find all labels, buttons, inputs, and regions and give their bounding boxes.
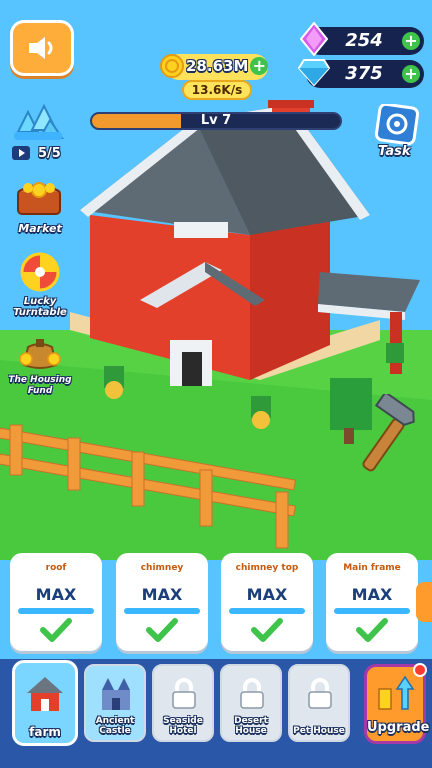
add-purple-gems-button[interactable]: + <box>402 32 420 50</box>
building-tile-pet-house[interactable]: Pet House <box>288 664 350 742</box>
part-progress-bar <box>229 608 305 614</box>
part-card-title: roof <box>45 563 67 573</box>
housing-fund-button[interactable]: The Housing Fund <box>6 335 74 396</box>
part-progress-bar <box>124 608 200 614</box>
treasure-chest-icon <box>17 182 61 215</box>
part-card-title: chimney <box>140 563 184 573</box>
check-icon <box>251 618 283 642</box>
castle-icon <box>102 678 130 710</box>
part-card-status: MAX <box>351 585 393 604</box>
scroll-right-arrow[interactable] <box>416 582 432 622</box>
part-card-roof[interactable]: roof MAX <box>10 553 102 651</box>
task-scroll-icon <box>374 102 420 146</box>
add-coins-button[interactable]: + <box>250 57 269 75</box>
hammer-icon[interactable] <box>354 394 424 478</box>
upgrade-label: Upgrade <box>367 720 430 735</box>
add-blue-gems-button[interactable]: + <box>402 65 420 83</box>
check-icon <box>356 618 388 642</box>
level-label: Lv 7 <box>200 113 232 128</box>
market-label: Market <box>18 222 62 235</box>
money-bag-icon <box>19 339 61 369</box>
building-tile-desert-house[interactable]: Desert House <box>220 664 282 742</box>
notification-badge <box>413 663 427 677</box>
building-tile-seaside-hotel[interactable]: Seaside Hotel <box>152 664 214 742</box>
part-card-status: MAX <box>141 585 183 604</box>
upgrade-button[interactable]: Upgrade <box>364 663 430 744</box>
coin-display: 28.63M + <box>160 54 269 78</box>
tile-label: Pet House <box>293 726 345 736</box>
tile-label: Ancient Castle <box>95 716 135 736</box>
part-card-status: MAX <box>246 585 288 604</box>
speaker-icon <box>29 37 53 59</box>
task-label: Task <box>378 144 411 159</box>
tile-label: farm <box>29 725 61 739</box>
farm-house-icon <box>27 677 63 711</box>
part-card-main-frame[interactable]: Main frame MAX <box>326 553 418 651</box>
building-tile-ancient-castle[interactable]: Ancient Castle <box>84 664 146 742</box>
coin-amount: 28.63M <box>186 57 249 75</box>
video-icon <box>12 146 30 160</box>
part-progress-bar <box>334 608 410 614</box>
task-button[interactable]: Task <box>372 102 426 162</box>
purple-gem-icon <box>300 22 328 56</box>
check-icon <box>40 618 72 642</box>
sound-button[interactable] <box>10 20 74 76</box>
blue-gem-count: 375 <box>345 63 383 84</box>
blue-diamond-icon <box>298 59 330 86</box>
coin-rate: 13.6K/s <box>182 80 252 100</box>
crystals-count: 5/5 <box>38 146 61 161</box>
upgrade-arrow-icon <box>378 675 415 710</box>
check-icon <box>146 618 178 642</box>
part-card-chimney[interactable]: chimney MAX <box>116 553 208 651</box>
lock-icon <box>308 678 332 709</box>
part-card-title: chimney top <box>235 563 299 573</box>
crystal-pile-icon <box>14 103 64 140</box>
part-card-chimney-top[interactable]: chimney top MAX <box>221 553 313 651</box>
turntable-label: Lucky Turntable <box>13 296 67 318</box>
market-button[interactable]: Market <box>8 178 72 236</box>
part-progress-bar <box>18 608 94 614</box>
purple-gem-count: 254 <box>345 30 383 51</box>
coin-icon <box>160 54 184 78</box>
tile-label: Seaside Hotel <box>163 716 203 736</box>
tile-label: Desert House <box>234 716 268 736</box>
lock-icon <box>240 678 264 709</box>
lucky-turntable-button[interactable]: Lucky Turntable <box>8 252 72 320</box>
building-tile-farm[interactable]: farm <box>12 660 78 746</box>
part-card-title: Main frame <box>343 563 401 573</box>
housing-fund-label: The Housing Fund <box>8 375 72 396</box>
wheel-icon <box>20 252 60 292</box>
crystals-button[interactable]: 5/5 <box>10 102 74 166</box>
part-card-status: MAX <box>35 585 77 604</box>
lock-icon <box>172 678 196 709</box>
